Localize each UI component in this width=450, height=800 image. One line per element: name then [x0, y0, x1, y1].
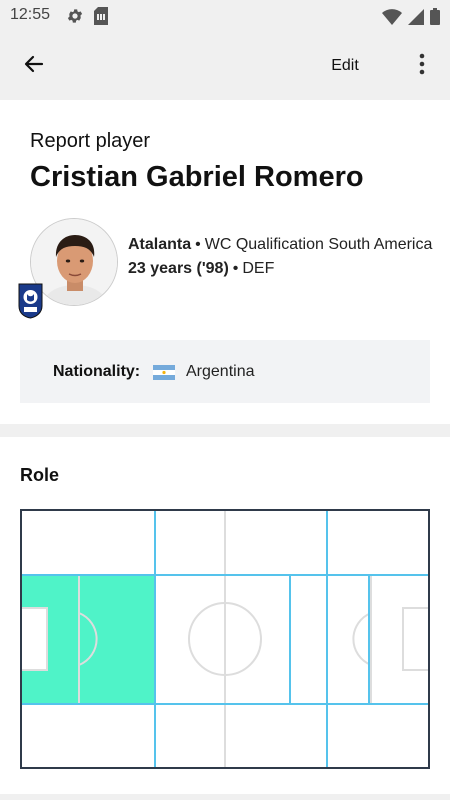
- back-button[interactable]: [16, 50, 52, 82]
- argentina-flag-icon: [153, 365, 175, 380]
- back-arrow-icon: [22, 52, 46, 81]
- more-vert-icon: [419, 53, 425, 80]
- nationality-value: Argentina: [186, 363, 255, 380]
- competition-name: WC Qualification South America: [204, 236, 433, 253]
- battery-icon: [430, 8, 440, 30]
- wifi-icon: [382, 8, 402, 30]
- gear-icon: [66, 7, 84, 30]
- role-title: Role: [20, 465, 60, 485]
- status-bar: 12:55: [0, 0, 450, 32]
- club-badge-icon: [18, 283, 43, 319]
- role-card: Role: [0, 437, 450, 794]
- app-bar: Edit: [0, 32, 450, 100]
- nationality-box: Nationality: Argentina: [20, 340, 430, 403]
- club-name: Atalanta: [128, 236, 192, 253]
- age-position-line: 23 years ('98) • DEF: [128, 260, 275, 277]
- pitch-diagram: [20, 509, 430, 769]
- signal-icon: [408, 8, 424, 30]
- page-subtitle: Report player: [30, 130, 151, 152]
- player-card: Report player Cristian Gabriel Romero At…: [0, 100, 450, 424]
- status-time: 12:55: [10, 6, 51, 23]
- sim-icon: [94, 7, 108, 30]
- player-age: 23 years ('98): [128, 260, 229, 277]
- nationality-label: Nationality:: [53, 363, 141, 380]
- player-position: DEF: [242, 260, 275, 277]
- player-avatar: [30, 218, 118, 306]
- more-options-button[interactable]: [408, 50, 436, 82]
- player-name: Cristian Gabriel Romero: [30, 161, 364, 193]
- club-competition-line: Atalanta • WC Qualification South America: [128, 236, 433, 253]
- edit-button[interactable]: Edit: [316, 52, 374, 80]
